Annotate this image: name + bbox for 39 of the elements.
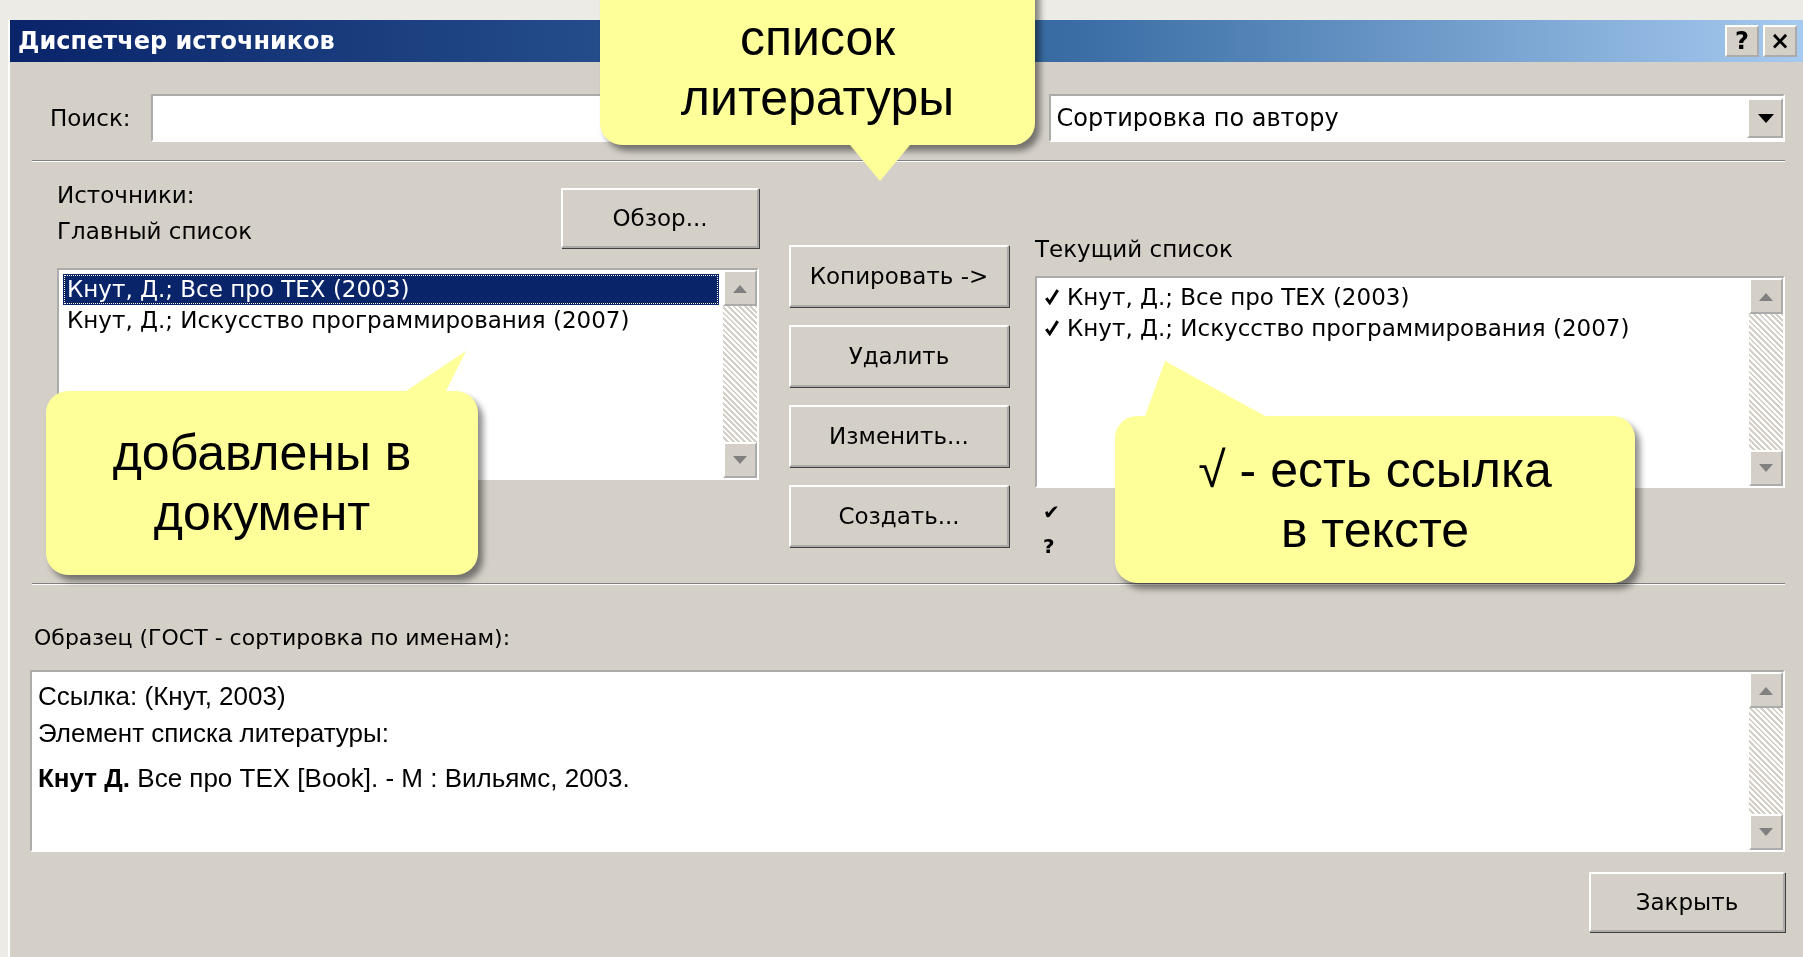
scroll-up-button[interactable] (723, 270, 757, 306)
scrollbar[interactable] (1749, 672, 1783, 850)
preview-text: Кнут Д. Все про TEX [Book]. - М : Вильямс, 2003. (38, 762, 631, 795)
list-item[interactable]: Кнут, Д.; Искусство программирования (2007) (1067, 313, 1630, 344)
close-button[interactable]: Закрыть (1589, 872, 1785, 932)
browse-button[interactable]: Обзор... (561, 188, 759, 248)
legend-symbol: ? (1043, 534, 1056, 558)
master-list-label: Главный список (57, 218, 253, 244)
list-item[interactable]: Кнут, Д.; Искусство программирования (2007) (63, 305, 719, 336)
scrollbar[interactable] (1749, 278, 1783, 486)
callout-text: литературы (679, 68, 956, 128)
scroll-down-button[interactable] (1749, 814, 1783, 850)
scroll-down-button[interactable] (723, 442, 757, 478)
legend-symbol: ✔ (1043, 500, 1061, 524)
callout-text: в тексте (1279, 500, 1471, 560)
close-button[interactable]: × (1763, 25, 1797, 57)
callout-text: список (738, 8, 897, 68)
callout-text: √ - есть ссылка (1197, 440, 1553, 500)
help-button[interactable]: ? (1725, 25, 1759, 57)
preview-text: Ссылка: (Кнут, 2003) (38, 680, 287, 713)
action-button[interactable]: Изменить... (789, 405, 1009, 467)
window-title: Диспетчер источников (18, 27, 335, 55)
action-button[interactable]: Удалить (789, 325, 1009, 387)
current-list-label: Текущий список (1035, 236, 1234, 262)
action-button[interactable]: Копировать -> (789, 245, 1009, 307)
preview-text: Элемент списка литературы: (38, 717, 390, 750)
scrollbar[interactable] (723, 270, 757, 478)
sources-label: Источники: (57, 182, 196, 208)
scroll-up-button[interactable] (1749, 278, 1783, 314)
action-button[interactable]: Создать... (789, 485, 1009, 547)
list-item[interactable]: Кнут, Д.; Все про TEX (2003) (1067, 282, 1410, 313)
scroll-down-button[interactable] (1749, 450, 1783, 486)
preview-label: Образец (ГОСТ - сортировка по именам): (34, 625, 512, 650)
callout-text: документ (152, 484, 372, 543)
list-item[interactable]: Кнут, Д.; Все про TEX (2003) (63, 274, 719, 305)
callout-text: добавлены в (111, 424, 413, 483)
search-label: Поиск: (50, 105, 131, 131)
scroll-up-button[interactable] (1749, 672, 1783, 708)
sort-dropdown[interactable]: Сортировка по автору (1048, 94, 1785, 142)
